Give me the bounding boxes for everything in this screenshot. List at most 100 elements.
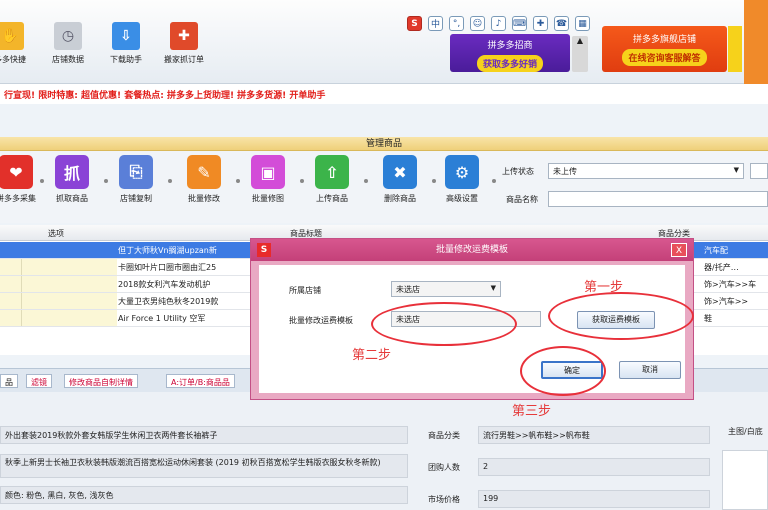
upload-icon: ⇧ xyxy=(315,155,349,189)
tool-label: 抓取商品 xyxy=(56,194,88,203)
row-title: 但丁大师秋Vn搁湖upzan新 xyxy=(118,246,217,255)
row-title: 卡圈如叶片口圈市圈由汇25 xyxy=(118,263,217,272)
separator-dot xyxy=(236,179,240,183)
toolbox-icon[interactable]: ✚ xyxy=(533,16,548,31)
chinese-mode-icon[interactable]: 中 xyxy=(428,16,443,31)
shop-label: 所属店铺 xyxy=(289,286,321,295)
voice-icon[interactable]: ♪ xyxy=(491,16,506,31)
manage-panel: ❤ 拼多多采集 抓 抓取商品 ⎘ 店铺复制 ✎ 批量修改 ▣ 批量修图 ⇧ 上传… xyxy=(0,151,768,223)
dialog-title-bar[interactable]: S 批量修改运费模板 X xyxy=(251,239,693,261)
row-cell xyxy=(22,242,117,258)
row-checkbox[interactable] xyxy=(0,276,22,292)
menu-grid-icon[interactable]: ▦ xyxy=(575,16,590,31)
tab-orders[interactable]: A:订单/B:商品品 xyxy=(166,374,235,388)
tool-grab-goods[interactable]: 抓 抓取商品 xyxy=(50,155,94,204)
market-price-field[interactable]: 199 xyxy=(478,490,710,508)
status-extra-select[interactable] xyxy=(750,163,768,179)
manage-panel-header: 管理商品 xyxy=(0,137,768,151)
row-checkbox[interactable] xyxy=(0,259,22,275)
upload-status-label: 上传状态 xyxy=(502,167,534,176)
toolbar-item-move-orders[interactable]: ✚ 搬家抓订单 xyxy=(162,22,206,65)
main-image-box[interactable] xyxy=(722,450,768,510)
row-category: 饰>汽车>> xyxy=(704,297,749,306)
promo-banner-right[interactable]: 拼多多旗舰店铺 在线咨询客服解答 xyxy=(602,26,727,72)
separator-dot xyxy=(168,179,172,183)
tab-edit-detail[interactable]: 修改商品自制详情 xyxy=(64,374,138,388)
clock-icon: ◷ xyxy=(54,22,82,50)
group-count-field[interactable]: 2 xyxy=(478,458,710,476)
row-checkbox[interactable] xyxy=(0,310,22,326)
banner-scroll-handle[interactable]: ▲ xyxy=(572,36,588,72)
keyboard-icon[interactable]: ⌨ xyxy=(512,16,527,31)
tool-shop-copy[interactable]: ⎘ 店铺复制 xyxy=(114,155,158,204)
separator-dot xyxy=(104,179,108,183)
market-price-label: 市场价格 xyxy=(428,495,460,504)
toolbar-item-label: 店铺数据 xyxy=(52,55,84,64)
row-cell xyxy=(22,293,117,309)
tool-label: 高级设置 xyxy=(446,194,478,203)
tool-pdd-collect[interactable]: ❤ 拼多多采集 xyxy=(0,155,38,204)
annotation-oval-step2 xyxy=(371,302,517,346)
group-count-label: 团购人数 xyxy=(428,463,460,472)
shop-select-value: 未选店 xyxy=(396,285,420,294)
shop-select[interactable]: 未选店 ▼ xyxy=(391,281,501,297)
close-button[interactable]: X xyxy=(671,243,687,257)
tool-advanced-settings[interactable]: ⚙ 高级设置 xyxy=(440,155,484,204)
annotation-step3: 第三步 xyxy=(512,404,552,419)
tab-goods[interactable]: 品 xyxy=(0,374,18,388)
banner-side-strip xyxy=(728,26,742,72)
tool-upload-goods[interactable]: ⇧ 上传商品 xyxy=(310,155,354,204)
tool-batch-image[interactable]: ▣ 批量修图 xyxy=(246,155,290,204)
column-header-select[interactable]: 选项 xyxy=(48,228,64,239)
goods-name-label: 商品名称 xyxy=(506,195,538,204)
row-checkbox[interactable] xyxy=(0,293,22,309)
emoji-icon[interactable]: ☺ xyxy=(470,16,485,31)
banner-title: 拼多多旗舰店铺 xyxy=(632,35,696,45)
notice-marquee: 行宣现! 限时特惠: 超值优惠! 套餐热点: 拼多多上货助理! 拼多多货源! 开… xyxy=(0,84,768,104)
promo-banner-left[interactable]: 拼多多招商 获取多多好销 xyxy=(450,34,570,72)
separator-dot xyxy=(40,179,44,183)
category-field[interactable]: 流行男鞋>>帆布鞋>>帆布鞋 xyxy=(478,426,710,444)
separator-dot xyxy=(300,179,304,183)
row-cell xyxy=(22,310,117,326)
template-label: 批量修改运费模板 xyxy=(289,316,353,325)
tool-batch-edit[interactable]: ✎ 批量修改 xyxy=(182,155,226,204)
handshake-icon: ✋ xyxy=(0,22,24,50)
annotation-oval-step1 xyxy=(548,292,694,340)
goods-sku-field[interactable]: 颜色: 粉色, 黑白, 灰色, 浅灰色 xyxy=(0,486,408,504)
top-toolbar: ✋ 多多快捷 ◷ 店铺数据 ⇩ 下载助手 ✚ 搬家抓订单 S 中 °, ☺ ♪ … xyxy=(0,0,768,84)
goods-name-input[interactable] xyxy=(548,191,768,207)
toolbar-item-shop-data[interactable]: ◷ 店铺数据 xyxy=(46,22,90,65)
heart-icon: ❤ xyxy=(0,155,33,189)
cancel-button[interactable]: 取消 xyxy=(619,361,681,379)
tab-filter[interactable]: 滤镜 xyxy=(26,374,52,388)
image-edit-icon: ▣ xyxy=(251,155,285,189)
tool-delete-goods[interactable]: ✖ 删除商品 xyxy=(378,155,422,204)
download-icon: ⇩ xyxy=(112,22,140,50)
row-title: 大量卫衣男纯色秋冬2019款 xyxy=(118,297,219,306)
gear-icon: ⚙ xyxy=(445,155,479,189)
toolbar-item-download-helper[interactable]: ⇩ 下载助手 xyxy=(104,22,148,65)
chevron-down-icon: ▼ xyxy=(733,166,739,174)
row-category: 汽车配 xyxy=(704,246,728,255)
side-decoration xyxy=(744,0,768,84)
tool-label: 店铺复制 xyxy=(120,194,152,203)
trash-icon: ✖ xyxy=(383,155,417,189)
chevron-down-icon: ▼ xyxy=(490,284,496,292)
banner-button[interactable]: 在线咨询客服解答 xyxy=(622,49,707,66)
toolbar-item-pdd-shortcut[interactable]: ✋ 多多快捷 xyxy=(0,22,32,65)
goods-title-field[interactable]: 外出套装2019秋款外套女韩版学生休闲卫衣两件套长袖裤子 xyxy=(0,426,408,444)
row-category: 器/托产… xyxy=(704,263,739,272)
punctuation-icon[interactable]: °, xyxy=(449,16,464,31)
upload-status-select[interactable]: 未上传 ▼ xyxy=(548,163,744,179)
tool-label: 批量修图 xyxy=(252,194,284,203)
sogou-logo-icon[interactable]: S xyxy=(407,16,422,31)
goods-desc-field[interactable]: 秋季上新男士长袖卫衣秋装韩版潮流百搭宽松运动休闲套装 (2019 初秋百搭宽松学… xyxy=(0,454,408,478)
goods-detail-panel: 外出套装2019秋款外套女韩版学生休闲卫衣两件套长袖裤子 秋季上新男士长袖卫衣秋… xyxy=(0,392,768,510)
banner-button[interactable]: 获取多多好销 xyxy=(476,55,543,72)
dialog-title: 批量修改运费模板 xyxy=(435,245,508,255)
skin-icon[interactable]: ☎ xyxy=(554,16,569,31)
upload-status-value: 未上传 xyxy=(553,167,577,176)
row-checkbox[interactable] xyxy=(0,242,22,258)
annotation-oval-step3 xyxy=(520,346,606,396)
